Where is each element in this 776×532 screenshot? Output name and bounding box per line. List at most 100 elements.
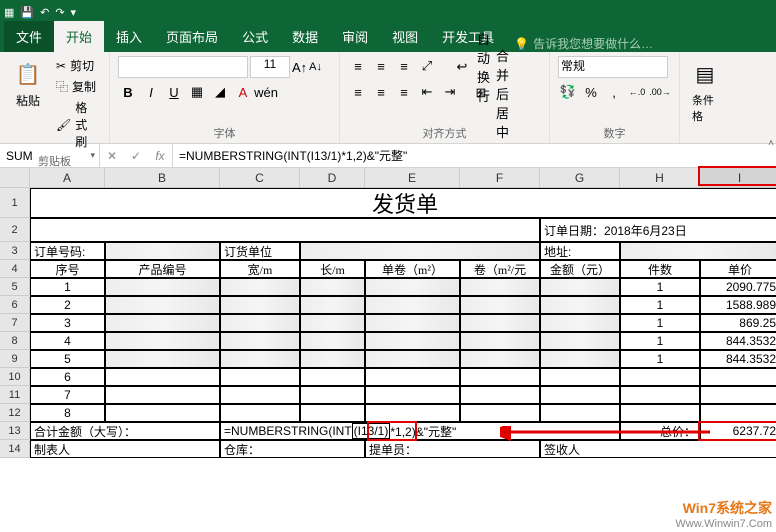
redo-icon[interactable]: ↷ <box>55 6 64 19</box>
tab-file[interactable]: 文件 <box>4 21 54 52</box>
tab-home[interactable]: 开始 <box>54 21 104 52</box>
name-box[interactable]: SUM <box>0 144 100 167</box>
data-5-6[interactable] <box>540 296 620 314</box>
qat-more-icon[interactable]: ▾ <box>71 6 77 19</box>
prod-11[interactable] <box>105 404 220 422</box>
row-header-10[interactable]: 10 <box>0 368 30 386</box>
increase-decimal-icon[interactable]: ←.0 <box>627 82 647 102</box>
table-header-5[interactable]: 卷（m²/元 <box>460 260 540 278</box>
price-10[interactable] <box>700 386 776 404</box>
seq-5[interactable]: 5 <box>30 350 105 368</box>
total-price-label[interactable]: 总价： <box>620 422 700 440</box>
seq-2[interactable]: 2 <box>30 296 105 314</box>
data-7-6[interactable] <box>540 332 620 350</box>
qty-11[interactable] <box>620 404 700 422</box>
total-price[interactable]: 6237.72 <box>700 422 776 440</box>
qty-10[interactable] <box>620 386 700 404</box>
order-date-cell[interactable]: 订单日期：2018年6月23日 <box>540 218 776 242</box>
data-5-4[interactable] <box>365 296 460 314</box>
data-5-2[interactable] <box>220 296 300 314</box>
tab-insert[interactable]: 插入 <box>104 21 154 52</box>
orientation-icon[interactable]: ⤢ <box>417 56 437 76</box>
copy-button[interactable]: ⿻复制 <box>52 77 101 96</box>
addr-value[interactable] <box>620 242 776 260</box>
prod-9[interactable] <box>105 368 220 386</box>
table-header-7[interactable]: 件数 <box>620 260 700 278</box>
decrease-decimal-icon[interactable]: .00→ <box>650 82 670 102</box>
seq-3[interactable]: 3 <box>30 314 105 332</box>
price-11[interactable] <box>700 404 776 422</box>
price-4[interactable]: 2090.775 <box>700 278 776 296</box>
comma-icon[interactable]: , <box>604 82 624 102</box>
prod-6[interactable] <box>105 314 220 332</box>
number-format-select[interactable]: 常规 <box>558 56 668 78</box>
data-9-5[interactable] <box>460 368 540 386</box>
column-header-B[interactable]: B <box>105 168 220 188</box>
formula-input[interactable]: =NUMBERSTRING(INT(I13/1)*1,2)&"元整" <box>173 147 776 164</box>
percent-icon[interactable]: % <box>581 82 601 102</box>
table-header-6[interactable]: 金额（元） <box>540 260 620 278</box>
data-10-4[interactable] <box>365 386 460 404</box>
data-4-6[interactable] <box>540 278 620 296</box>
tab-data[interactable]: 数据 <box>280 21 330 52</box>
data-11-5[interactable] <box>460 404 540 422</box>
phonetic-button[interactable]: wén <box>256 82 276 102</box>
addr-label[interactable]: 地址: <box>540 242 620 260</box>
wrap-text-button[interactable]: ↩自动换行 <box>448 56 500 78</box>
align-center-icon[interactable]: ≡ <box>371 82 391 102</box>
table-header-2[interactable]: 宽/m <box>220 260 300 278</box>
row-header-8[interactable]: 8 <box>0 332 30 350</box>
column-header-E[interactable]: E <box>365 168 460 188</box>
decrease-font-icon[interactable]: A↓ <box>309 61 322 73</box>
row-header-12[interactable]: 12 <box>0 404 30 422</box>
warehouse-label[interactable]: 仓库： <box>220 440 365 458</box>
data-9-4[interactable] <box>365 368 460 386</box>
data-4-4[interactable] <box>365 278 460 296</box>
price-9[interactable] <box>700 368 776 386</box>
data-10-6[interactable] <box>540 386 620 404</box>
align-middle-icon[interactable]: ≡ <box>371 56 391 76</box>
data-9-3[interactable] <box>300 368 365 386</box>
data-4-5[interactable] <box>460 278 540 296</box>
seq-4[interactable]: 4 <box>30 332 105 350</box>
indent-inc-icon[interactable]: ⇥ <box>440 82 460 102</box>
cancel-icon[interactable]: ✕ <box>100 144 124 167</box>
data-10-3[interactable] <box>300 386 365 404</box>
seq-8[interactable]: 8 <box>30 404 105 422</box>
sheet-title[interactable]: 发货单 <box>30 188 776 218</box>
row2-left[interactable] <box>30 218 540 242</box>
data-6-2[interactable] <box>220 314 300 332</box>
data-5-5[interactable] <box>460 296 540 314</box>
price-6[interactable]: 869.25 <box>700 314 776 332</box>
save-icon[interactable]: 💾 <box>20 6 34 19</box>
order-unit-label[interactable]: 订货单位 <box>220 242 300 260</box>
qty-5[interactable]: 1 <box>620 296 700 314</box>
row-header-1[interactable]: 1 <box>0 188 30 218</box>
increase-font-icon[interactable]: A↑ <box>292 60 307 75</box>
tab-review[interactable]: 审阅 <box>330 21 380 52</box>
data-8-6[interactable] <box>540 350 620 368</box>
align-bottom-icon[interactable]: ≡ <box>394 56 414 76</box>
data-9-2[interactable] <box>220 368 300 386</box>
prod-7[interactable] <box>105 332 220 350</box>
seq-6[interactable]: 6 <box>30 368 105 386</box>
row-header-3[interactable]: 3 <box>0 242 30 260</box>
qty-8[interactable]: 1 <box>620 350 700 368</box>
qty-7[interactable]: 1 <box>620 332 700 350</box>
column-header-F[interactable]: F <box>460 168 540 188</box>
data-4-2[interactable] <box>220 278 300 296</box>
data-11-4[interactable] <box>365 404 460 422</box>
row-header-4[interactable]: 4 <box>0 260 30 278</box>
table-header-3[interactable]: 长/m <box>300 260 365 278</box>
price-8[interactable]: 844.3532 <box>700 350 776 368</box>
qty-4[interactable]: 1 <box>620 278 700 296</box>
column-header-A[interactable]: A <box>30 168 105 188</box>
row-header-9[interactable]: 9 <box>0 350 30 368</box>
data-11-3[interactable] <box>300 404 365 422</box>
seq-1[interactable]: 1 <box>30 278 105 296</box>
align-left-icon[interactable]: ≡ <box>348 82 368 102</box>
prod-10[interactable] <box>105 386 220 404</box>
italic-button[interactable]: I <box>141 82 161 102</box>
total-label[interactable]: 合计金额（大写）： <box>30 422 220 440</box>
currency-icon[interactable]: 💱 <box>558 82 578 102</box>
